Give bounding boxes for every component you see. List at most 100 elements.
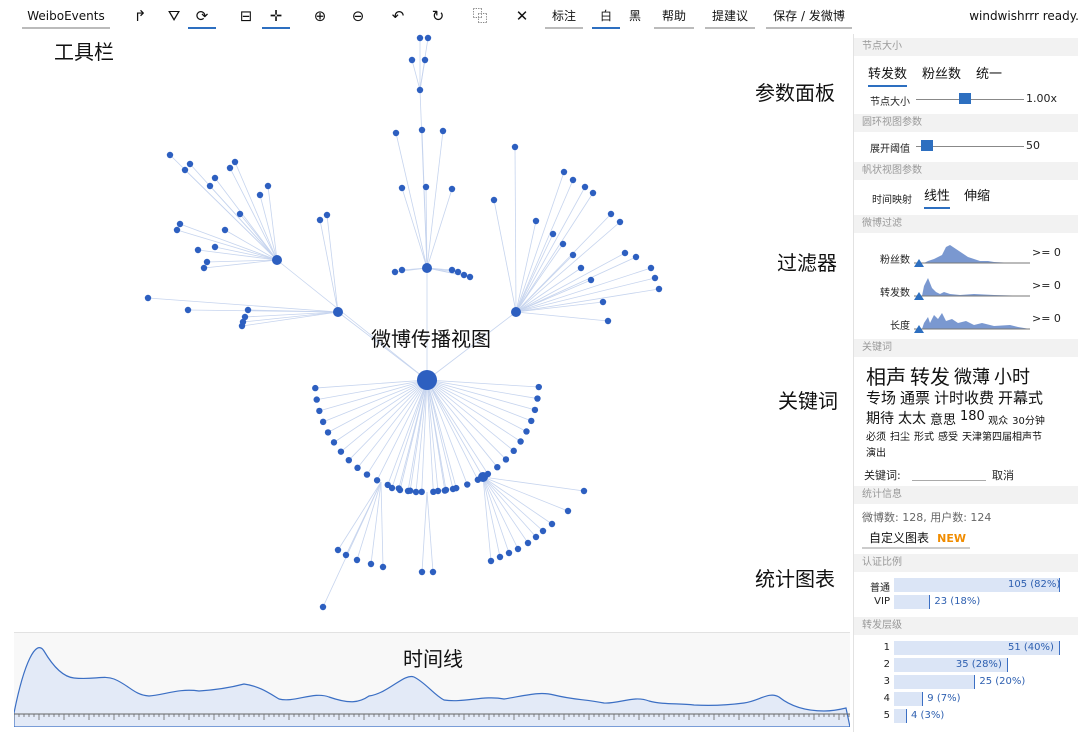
graph-node[interactable] xyxy=(599,298,607,306)
graph-node[interactable] xyxy=(272,255,282,265)
graph-node[interactable] xyxy=(535,383,542,391)
app-label-button[interactable]: WeiboEvents xyxy=(22,5,110,29)
graph-node[interactable] xyxy=(312,384,319,392)
graph-node[interactable] xyxy=(439,127,447,135)
keyword-item[interactable]: 期待 xyxy=(866,408,894,428)
keyword-item[interactable]: 转发 xyxy=(910,361,950,390)
graph-node[interactable] xyxy=(388,484,396,492)
keyword-item[interactable]: 天津第四届相声节 xyxy=(962,428,1042,443)
filter-followers-histogram[interactable] xyxy=(914,239,1030,267)
graph-node[interactable] xyxy=(581,183,589,191)
zoom-out-button[interactable]: ⊖ xyxy=(344,5,372,29)
graph-node[interactable] xyxy=(448,266,456,274)
graph-node[interactable] xyxy=(510,447,517,455)
graph-node[interactable] xyxy=(418,568,426,576)
keyword-item[interactable]: 计时收费 xyxy=(934,387,994,408)
graph-node[interactable] xyxy=(416,34,424,42)
keyword-item[interactable]: 感受 xyxy=(938,428,958,443)
graph-node[interactable] xyxy=(236,210,244,218)
expand-threshold-knob[interactable] xyxy=(920,140,933,151)
bar[interactable] xyxy=(894,709,908,723)
graph-node[interactable] xyxy=(203,258,211,266)
graph-node[interactable] xyxy=(319,418,327,426)
graph-node[interactable] xyxy=(647,264,655,272)
graph-node[interactable] xyxy=(211,243,219,251)
layout-fan-button[interactable]: ⛛ xyxy=(160,5,188,29)
graph-node[interactable] xyxy=(549,230,557,238)
tab-follower-count[interactable]: 粉丝数 xyxy=(922,65,961,87)
graph-node[interactable] xyxy=(404,487,412,495)
graph-node[interactable] xyxy=(363,471,371,478)
graph-node[interactable] xyxy=(487,557,495,565)
graph-node[interactable] xyxy=(194,246,202,254)
graph-node[interactable] xyxy=(548,520,556,528)
graph-node[interactable] xyxy=(632,253,640,261)
graph-node[interactable] xyxy=(460,271,468,279)
graph-node[interactable] xyxy=(604,317,612,325)
keyword-item[interactable]: 小时 xyxy=(994,363,1030,389)
graph-node[interactable] xyxy=(418,488,425,496)
graph-node[interactable] xyxy=(186,160,194,168)
move-button[interactable]: ✛ xyxy=(262,5,290,29)
graph-node[interactable] xyxy=(367,560,375,568)
graph-node[interactable] xyxy=(334,546,342,554)
keyword-item[interactable]: 形式 xyxy=(914,428,934,443)
graph-node[interactable] xyxy=(616,218,624,226)
annotate-button[interactable]: 标注 xyxy=(545,5,583,29)
keyword-item[interactable]: 开幕式 xyxy=(998,387,1043,408)
graph-node[interactable] xyxy=(422,183,430,191)
redo-button[interactable]: ↻ xyxy=(424,5,452,29)
graph-node[interactable] xyxy=(429,568,437,576)
graph-node[interactable] xyxy=(319,603,327,611)
bar[interactable] xyxy=(894,692,924,706)
graph-node[interactable] xyxy=(342,551,350,559)
graph-node[interactable] xyxy=(418,126,426,134)
white-theme-button[interactable]: 白 xyxy=(592,5,620,29)
layout-circle-button[interactable]: ⟳ xyxy=(188,5,216,29)
tab-uniform[interactable]: 统一 xyxy=(976,65,1002,87)
graph-node[interactable] xyxy=(226,164,234,172)
graph-node[interactable] xyxy=(421,56,429,64)
layout-tree-button[interactable]: ↱ xyxy=(126,5,154,29)
graph-node[interactable] xyxy=(221,226,229,234)
graph-node[interactable] xyxy=(345,456,353,464)
graph-node[interactable] xyxy=(398,266,406,274)
graph-node[interactable] xyxy=(231,158,239,166)
graph-node[interactable] xyxy=(166,151,174,159)
black-theme-button[interactable]: 黑 xyxy=(622,5,648,29)
graph-node[interactable] xyxy=(505,549,513,557)
graph-node[interactable] xyxy=(379,563,387,571)
zoom-in-button[interactable]: ⊕ xyxy=(306,5,334,29)
suggest-button[interactable]: 提建议 xyxy=(705,5,755,29)
help-button[interactable]: 帮助 xyxy=(654,5,694,29)
graph-node[interactable] xyxy=(398,184,406,192)
keyword-item[interactable]: 扫尘 xyxy=(890,428,910,443)
graph-node[interactable] xyxy=(466,273,474,281)
graph-node[interactable] xyxy=(238,322,246,330)
keyword-item[interactable]: 意思 xyxy=(930,409,956,428)
graph-node[interactable] xyxy=(517,438,524,445)
graph-node[interactable] xyxy=(607,210,615,218)
graph-node[interactable] xyxy=(333,307,343,317)
graph-node[interactable] xyxy=(434,487,442,495)
graph-node[interactable] xyxy=(478,472,488,482)
graph-node[interactable] xyxy=(621,249,629,257)
graph-node[interactable] xyxy=(256,191,264,199)
graph-node[interactable] xyxy=(569,176,577,184)
graph-node[interactable] xyxy=(316,407,323,415)
graph-node[interactable] xyxy=(176,220,184,228)
bar[interactable] xyxy=(894,675,976,689)
frame-button[interactable]: ⊟ xyxy=(232,5,260,29)
graph-node[interactable] xyxy=(514,545,522,553)
graph-node[interactable] xyxy=(324,429,332,436)
graph-node[interactable] xyxy=(181,166,189,174)
keyword-item[interactable]: 30分钟 xyxy=(1012,412,1045,427)
graph-node[interactable] xyxy=(569,251,577,259)
graph-node[interactable] xyxy=(184,306,192,314)
graph-node[interactable] xyxy=(206,182,214,190)
graph-node[interactable] xyxy=(511,143,519,151)
graph-node[interactable] xyxy=(490,196,498,204)
graph-node[interactable] xyxy=(373,477,381,484)
keyword-cancel-button[interactable]: 取消 xyxy=(992,467,1014,483)
keyword-item[interactable]: 必须 xyxy=(866,428,886,443)
